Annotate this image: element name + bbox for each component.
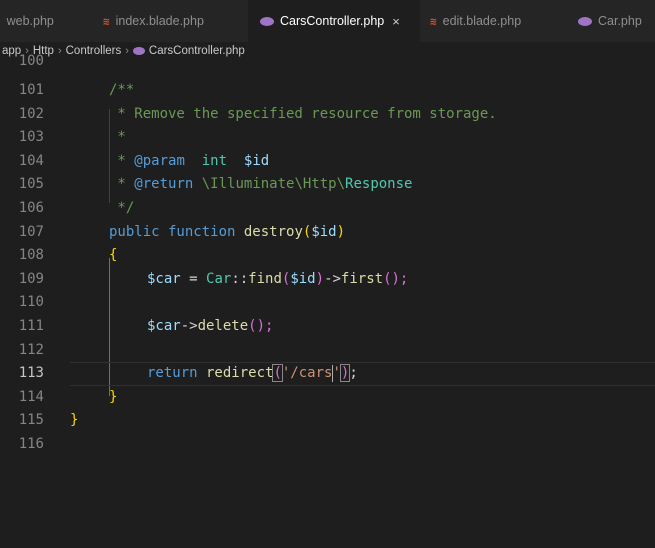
line-number: 111 — [18, 318, 44, 334]
code-text: } — [70, 412, 79, 428]
line-number: 114 — [18, 389, 44, 405]
code-line: 114 } — [0, 386, 655, 410]
line-number: 104 — [18, 153, 44, 169]
code-text: * @return \Illuminate\Http\Response — [109, 176, 413, 192]
line-number: 109 — [18, 271, 44, 287]
line-number: 116 — [18, 436, 44, 452]
code-text: public function destroy($id) — [109, 224, 346, 240]
php-elephant-icon — [260, 16, 274, 26]
tab-label: web.php — [6, 14, 54, 28]
tab-carscontroller-php[interactable]: CarsController.php × — [248, 0, 420, 42]
tab-index-blade-php[interactable]: ≋ index.blade.php — [103, 0, 243, 42]
line-number: 107 — [18, 224, 44, 240]
code-text: * @param int $id — [109, 153, 270, 169]
line-number: 103 — [18, 129, 44, 145]
code-line: 108 { — [0, 244, 655, 268]
tab-web-php[interactable]: ᵖ web.php — [0, 0, 87, 42]
code-line: 107 public function destroy($id) — [0, 221, 655, 245]
tab-car-php[interactable]: Car.php — [578, 0, 655, 42]
code-text: * Remove the specified resource from sto… — [109, 106, 497, 122]
php-elephant-icon: ᵖ — [0, 15, 1, 28]
line-number: 100 — [18, 53, 44, 69]
line-number: 106 — [18, 200, 44, 216]
code-line-current: 113 return redirect('/cars'); — [0, 362, 655, 386]
code-line: 112 — [0, 339, 655, 363]
php-elephant-icon — [578, 16, 592, 26]
close-icon[interactable]: × — [392, 14, 400, 29]
tab-label: index.blade.php — [115, 14, 204, 28]
code-text: */ — [109, 200, 135, 216]
tab-edit-blade-php[interactable]: ≋ edit.blade.php — [430, 0, 565, 42]
code-text: $car = Car::find($id)->first(); — [147, 271, 409, 287]
blade-icon: ≋ — [103, 14, 110, 28]
code-line: 111 $car->delete(); — [0, 315, 655, 339]
line-number: 101 — [18, 82, 44, 98]
code-line: 104 * @param int $id — [0, 150, 655, 174]
line-number: 102 — [18, 106, 44, 122]
code-text: { — [109, 247, 118, 263]
line-number: 112 — [18, 342, 44, 358]
blade-icon: ≋ — [430, 14, 437, 28]
code-line: 103 * — [0, 126, 655, 150]
code-line: 100 — [0, 50, 655, 74]
line-number: 113 — [18, 365, 44, 381]
code-text: return redirect('/cars'); — [147, 364, 358, 382]
tab-label: CarsController.php — [280, 14, 385, 28]
code-line: 110 — [0, 291, 655, 315]
code-line: 105 * @return \Illuminate\Http\Response — [0, 173, 655, 197]
code-text: /** — [109, 82, 135, 98]
code-line: 115 } — [0, 409, 655, 433]
code-text: $car->delete(); — [147, 318, 274, 334]
code-line: 106 */ — [0, 197, 655, 221]
code-editor[interactable]: 100 101 /** 102 * Remove the specified r… — [0, 53, 655, 548]
line-number: 110 — [18, 294, 44, 310]
code-line: 109 $car = Car::find($id)->first(); — [0, 268, 655, 292]
editor-tab-bar: ᵖ web.php ≋ index.blade.php CarsControll… — [0, 0, 655, 42]
line-number: 115 — [18, 412, 44, 428]
tab-label: Car.php — [598, 14, 642, 28]
line-number: 108 — [18, 247, 44, 263]
code-line: 116 — [0, 433, 655, 457]
line-number: 105 — [18, 176, 44, 192]
code-text: * — [109, 129, 126, 145]
code-line: 102 * Remove the specified resource from… — [0, 103, 655, 127]
code-text: } — [109, 389, 118, 405]
code-line: 101 /** — [0, 79, 655, 103]
tab-label: edit.blade.php — [442, 14, 522, 28]
